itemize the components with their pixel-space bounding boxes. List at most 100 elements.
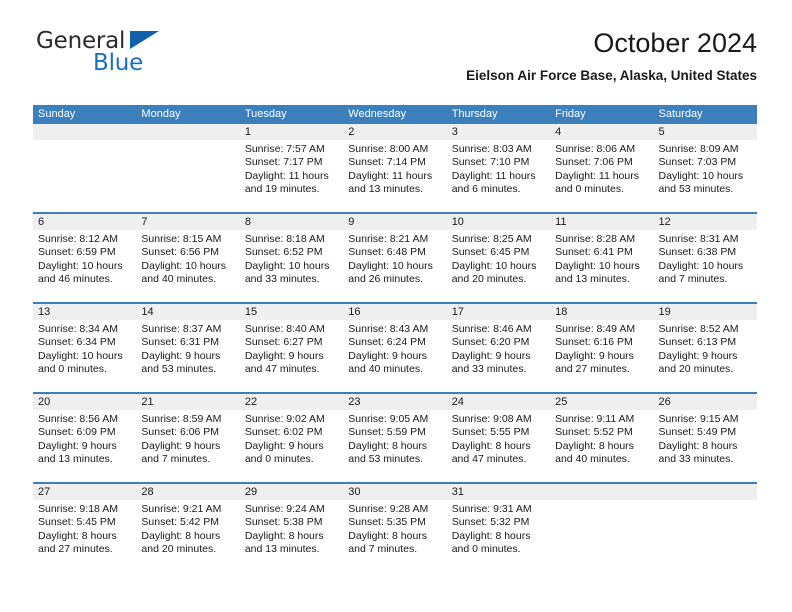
day-number[interactable]: 15 [240, 304, 343, 320]
day-number[interactable]: 27 [33, 484, 136, 500]
daylight-duration-cont: and 33 minutes. [244, 272, 320, 285]
day-cell[interactable]: Sunrise: 9:24 AM Sunset: 5:38 PM Daylight:… [240, 500, 343, 572]
day-cell[interactable]: Sunrise: 8:03 AM Sunset: 7:10 PM Daylight:… [447, 140, 550, 212]
day-cell[interactable]: Sunrise: 8:06 AM Sunset: 7:06 PM Daylight:… [550, 140, 653, 212]
daylight-duration-cont: and 40 minutes. [555, 452, 630, 465]
sunrise-time: Sunrise: 8:28 AM [555, 233, 636, 245]
day-number[interactable]: 24 [447, 394, 550, 410]
day-cell[interactable]: Sunrise: 8:09 AM Sunset: 7:03 PM Daylight:… [654, 140, 757, 212]
day-number[interactable]: 28 [136, 484, 239, 500]
day-number[interactable]: 20 [33, 394, 136, 410]
sunset-time: Sunset: 7:17 PM [244, 156, 323, 169]
daylight-duration: Daylight: 11 hours [451, 169, 536, 182]
daylight-duration: Daylight: 8 hours [451, 439, 531, 452]
day-cell[interactable]: Sunrise: 9:11 AM Sunset: 5:52 PM Daylight:… [550, 410, 653, 482]
day-cell[interactable]: Sunrise: 8:43 AM Sunset: 6:24 PM Daylight:… [343, 320, 446, 392]
day-number[interactable]: 18 [550, 304, 653, 320]
day-cell[interactable]: Sunrise: 8:40 AM Sunset: 6:27 PM Daylight:… [240, 320, 343, 392]
sunrise-time: Sunrise: 8:00 AM [348, 143, 429, 155]
page-header: General Blue October 2024 Eielson Air Fo… [33, 28, 757, 96]
daylight-duration: Daylight: 8 hours [451, 529, 531, 542]
day-number[interactable]: 5 [654, 124, 757, 140]
daylight-duration-cont: and 0 minutes. [555, 182, 624, 195]
day-number[interactable]: 31 [447, 484, 550, 500]
day-number[interactable]: 6 [33, 214, 136, 230]
day-cell[interactable]: Sunrise: 8:18 AM Sunset: 6:52 PM Daylight:… [240, 230, 343, 302]
day-cell[interactable]: Sunrise: 9:18 AM Sunset: 5:45 PM Daylight:… [33, 500, 136, 572]
day-cell[interactable]: Sunrise: 8:21 AM Sunset: 6:48 PM Daylight:… [343, 230, 446, 302]
sunrise-time: Sunrise: 9:31 AM [451, 503, 532, 515]
sunrise-time: Sunrise: 8:18 AM [244, 233, 325, 245]
day-cell[interactable]: Sunrise: 9:21 AM Sunset: 5:42 PM Daylight:… [136, 500, 239, 572]
day-number[interactable]: 22 [240, 394, 343, 410]
daylight-duration-cont: and 47 minutes. [244, 362, 320, 375]
day-number[interactable]: 21 [136, 394, 239, 410]
daylight-duration: Daylight: 11 hours [555, 169, 639, 182]
day-number[interactable]: 29 [240, 484, 343, 500]
day-cell[interactable]: Sunrise: 9:05 AM Sunset: 5:59 PM Daylight:… [343, 410, 446, 482]
day-number[interactable]: 4 [550, 124, 653, 140]
day-number[interactable]: 23 [343, 394, 446, 410]
day-cell-empty [33, 140, 136, 212]
day-cell[interactable]: Sunrise: 8:28 AM Sunset: 6:41 PM Daylight:… [550, 230, 653, 302]
day-number[interactable]: 11 [550, 214, 653, 230]
daylight-duration: Daylight: 10 hours [658, 259, 744, 272]
day-cell[interactable]: Sunrise: 8:31 AM Sunset: 6:38 PM Daylight:… [654, 230, 757, 302]
sunrise-time: Sunrise: 8:21 AM [348, 233, 429, 245]
sunset-time: Sunset: 6:34 PM [38, 336, 116, 349]
day-cell[interactable]: Sunrise: 8:49 AM Sunset: 6:16 PM Daylight:… [550, 320, 653, 392]
sunset-time: Sunset: 5:45 PM [38, 516, 116, 529]
day-cell[interactable]: Sunrise: 9:08 AM Sunset: 5:55 PM Daylight:… [447, 410, 550, 482]
day-number[interactable]: 16 [343, 304, 446, 320]
daylight-duration-cont: and 0 minutes. [38, 362, 107, 375]
sunset-time: Sunset: 6:59 PM [38, 246, 116, 259]
day-number[interactable]: 30 [343, 484, 446, 500]
sunset-time: Sunset: 5:49 PM [658, 426, 737, 439]
general-blue-logo[interactable]: General Blue [33, 28, 213, 84]
sunrise-time: Sunrise: 9:24 AM [244, 503, 325, 515]
sunrise-time: Sunrise: 8:52 AM [658, 323, 739, 335]
day-number[interactable]: 9 [343, 214, 446, 230]
day-cell[interactable]: Sunrise: 8:12 AM Sunset: 6:59 PM Daylight:… [33, 230, 136, 302]
daylight-duration-cont: and 7 minutes. [658, 272, 728, 285]
day-number[interactable]: 1 [240, 124, 343, 140]
day-cell[interactable]: Sunrise: 8:34 AM Sunset: 6:34 PM Daylight:… [33, 320, 136, 392]
day-cell[interactable]: Sunrise: 7:57 AM Sunset: 7:17 PM Daylight:… [240, 140, 343, 212]
day-cell[interactable]: Sunrise: 9:31 AM Sunset: 5:32 PM Daylight:… [447, 500, 550, 572]
daylight-duration: Daylight: 10 hours [555, 259, 640, 272]
daylight-duration-cont: and 19 minutes. [244, 182, 320, 195]
day-number[interactable]: 17 [447, 304, 550, 320]
day-cell[interactable]: Sunrise: 8:00 AM Sunset: 7:14 PM Daylight:… [343, 140, 446, 212]
calendar-week-row: 27 28 29 30 31 Sunrise: 9:18 AM Sunset: 5:45 P… [33, 482, 757, 572]
sunrise-time: Sunrise: 9:28 AM [348, 503, 429, 515]
day-cell[interactable]: Sunrise: 9:15 AM Sunset: 5:49 PM Daylight:… [654, 410, 757, 482]
day-cell[interactable]: Sunrise: 8:25 AM Sunset: 6:45 PM Daylight:… [447, 230, 550, 302]
daylight-duration: Daylight: 10 hours [38, 349, 123, 362]
day-cell[interactable]: Sunrise: 9:28 AM Sunset: 5:35 PM Daylight:… [343, 500, 446, 572]
day-number[interactable]: 13 [33, 304, 136, 320]
weekday-header-monday: Monday [141, 108, 181, 120]
day-number-empty [33, 124, 136, 140]
daylight-duration: Daylight: 10 hours [38, 259, 123, 272]
day-number[interactable]: 25 [550, 394, 653, 410]
sunrise-time: Sunrise: 9:08 AM [451, 413, 532, 425]
daylight-duration-cont: and 13 minutes. [38, 452, 113, 465]
day-number[interactable]: 14 [136, 304, 239, 320]
day-cell[interactable]: Sunrise: 8:15 AM Sunset: 6:56 PM Daylight:… [136, 230, 239, 302]
day-number[interactable]: 12 [654, 214, 757, 230]
day-cell[interactable]: Sunrise: 8:59 AM Sunset: 6:06 PM Daylight:… [136, 410, 239, 482]
day-number[interactable]: 3 [447, 124, 550, 140]
day-cell[interactable]: Sunrise: 8:46 AM Sunset: 6:20 PM Daylight:… [447, 320, 550, 392]
day-cell[interactable]: Sunrise: 9:02 AM Sunset: 6:02 PM Daylight:… [240, 410, 343, 482]
day-number[interactable]: 8 [240, 214, 343, 230]
day-cell[interactable]: Sunrise: 8:52 AM Sunset: 6:13 PM Daylight:… [654, 320, 757, 392]
sunset-time: Sunset: 7:10 PM [451, 156, 530, 169]
day-number[interactable]: 19 [654, 304, 757, 320]
day-cell[interactable]: Sunrise: 8:56 AM Sunset: 6:09 PM Daylight:… [33, 410, 136, 482]
day-cell[interactable]: Sunrise: 8:37 AM Sunset: 6:31 PM Daylight:… [136, 320, 239, 392]
day-number[interactable]: 10 [447, 214, 550, 230]
day-number[interactable]: 26 [654, 394, 757, 410]
day-number[interactable]: 2 [343, 124, 446, 140]
day-number[interactable]: 7 [136, 214, 239, 230]
sunset-time: Sunset: 7:06 PM [555, 156, 633, 169]
